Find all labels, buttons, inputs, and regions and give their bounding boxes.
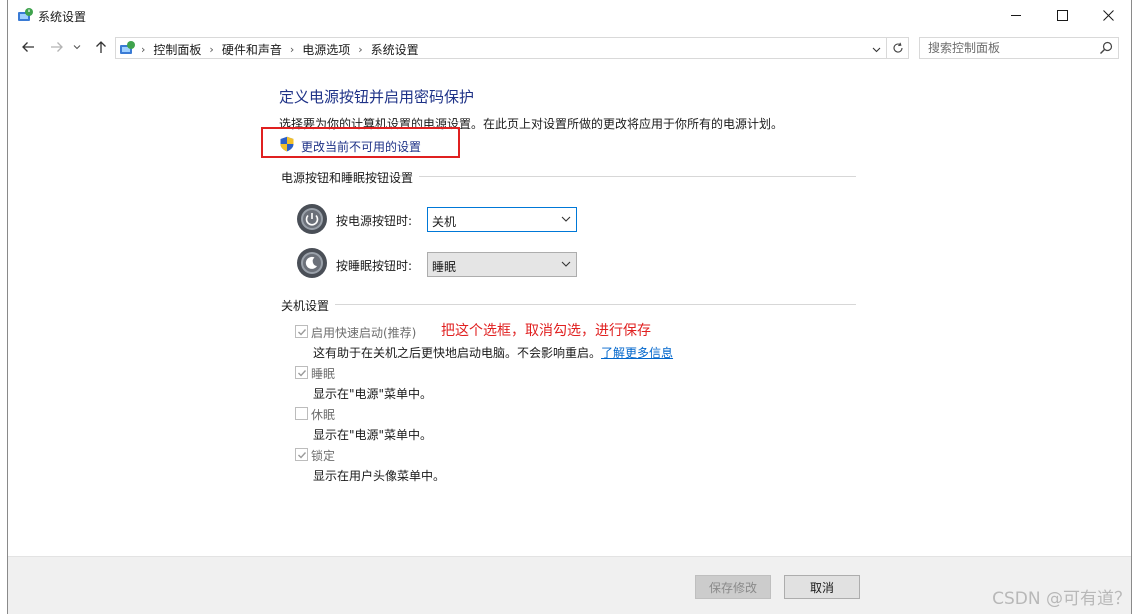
sleep-option-description: 显示在"电源"菜单中。 [313,387,433,401]
annotation-text: 把这个选框，取消勾选，进行保存 [441,323,651,339]
uac-shield-icon [280,136,294,152]
power-options-app-icon [18,8,33,21]
fast-startup-label: 启用快速启动(推荐) [311,326,417,340]
power-button-icon [297,204,327,234]
group-divider [281,304,856,305]
hibernate-option-description: 显示在"电源"菜单中。 [313,428,433,442]
refresh-icon [893,42,903,53]
forward-button[interactable] [47,37,67,57]
breadcrumb-separator-icon: › [358,43,363,56]
power-button-action-select[interactable]: 关机 [427,207,577,232]
chevron-down-icon [872,47,880,52]
power-button-action-value: 关机 [432,215,457,229]
close-icon [1102,10,1114,21]
fast-startup-checkbox[interactable] [295,325,308,338]
cancel-button[interactable]: 取消 [784,575,860,599]
arrow-left-icon [22,42,34,52]
fast-startup-description-text: 这有助于在关机之后更快地启动电脑。不会影响重启。 [313,346,602,360]
save-changes-button[interactable]: 保存修改 [695,575,771,599]
maximize-button[interactable] [1039,0,1085,31]
hibernate-checkbox[interactable] [295,407,308,420]
sleep-button-action-value: 睡眠 [432,260,457,274]
hibernate-option-label: 休眠 [311,408,336,422]
fast-startup-description: 这有助于在关机之后更快地启动电脑。不会影响重启。了解更多信息 [313,344,673,361]
search-input[interactable] [920,38,1096,58]
footer-bar: 保存修改 取消 [8,556,1131,614]
breadcrumb-hardware-sound[interactable]: 硬件和声音 [222,41,282,58]
minimize-icon [1010,15,1021,16]
power-buttons-group-title: 电源按钮和睡眠按钮设置 [281,169,420,186]
title-bar: 系统设置 [8,0,1131,31]
page-title: 定义电源按钮并启用密码保护 [279,88,475,106]
chevron-down-icon [561,261,571,267]
refresh-button[interactable] [887,37,909,59]
breadcrumb-separator-icon: › [141,43,146,56]
breadcrumb-separator-icon: › [289,43,295,56]
learn-more-link[interactable]: 了解更多信息 [601,346,673,360]
sleep-button-action-select[interactable]: 睡眠 [427,252,577,277]
navigation-bar: › 控制面板 › 硬件和声音 › 电源选项 › 系统设置 [8,33,1131,61]
watermark-text: CSDN @可有道？ [992,589,1131,609]
control-panel-icon [120,41,135,54]
sleep-button-icon [297,248,327,278]
window-title: 系统设置 [38,10,87,24]
lock-checkbox[interactable] [295,448,308,461]
breadcrumb-system-settings[interactable]: 系统设置 [371,41,419,58]
breadcrumb: › 控制面板 › 硬件和声音 › 电源选项 › 系统设置 [141,41,419,58]
checkmark-icon [297,369,306,377]
sleep-button-label: 按睡眠按钮时: [336,259,413,273]
power-button-label: 按电源按钮时: [336,214,413,228]
arrow-right-icon [51,42,63,52]
checkmark-icon [297,328,306,336]
sleep-checkbox[interactable] [295,366,308,379]
main-content: 定义电源按钮并启用密码保护 选择要为你的计算机设置的电源设置。在此页上对设置所做… [8,64,1131,564]
shutdown-group-title: 关机设置 [281,297,336,314]
breadcrumb-control-panel[interactable]: 控制面板 [153,41,201,58]
lock-option-label: 锁定 [311,449,336,463]
address-bar[interactable]: › 控制面板 › 硬件和声音 › 电源选项 › 系统设置 [115,37,887,59]
chevron-down-icon [73,45,81,50]
breadcrumb-separator-icon: › [209,43,214,56]
change-unavailable-settings-link[interactable]: 更改当前不可用的设置 [301,138,421,155]
checkmark-icon [297,451,306,459]
address-dropdown-button[interactable] [868,41,884,57]
search-box [919,37,1119,59]
chevron-down-icon [561,216,571,222]
close-button[interactable] [1085,0,1131,31]
minimize-button[interactable] [993,0,1039,31]
system-settings-window: 系统设置 › 控制面板 › 硬件和声音 › 电源选项 › 系统设置 搜索控制面板… [7,0,1132,614]
back-button[interactable] [18,37,38,57]
search-icon[interactable] [1099,41,1113,55]
sleep-option-label: 睡眠 [311,367,336,381]
up-button[interactable] [91,37,111,57]
lock-option-description: 显示在用户头像菜单中。 [313,469,446,483]
maximize-icon [1056,10,1068,21]
arrow-up-icon [96,41,106,53]
recent-locations-button[interactable] [71,37,83,57]
breadcrumb-power-options[interactable]: 电源选项 [302,41,350,58]
